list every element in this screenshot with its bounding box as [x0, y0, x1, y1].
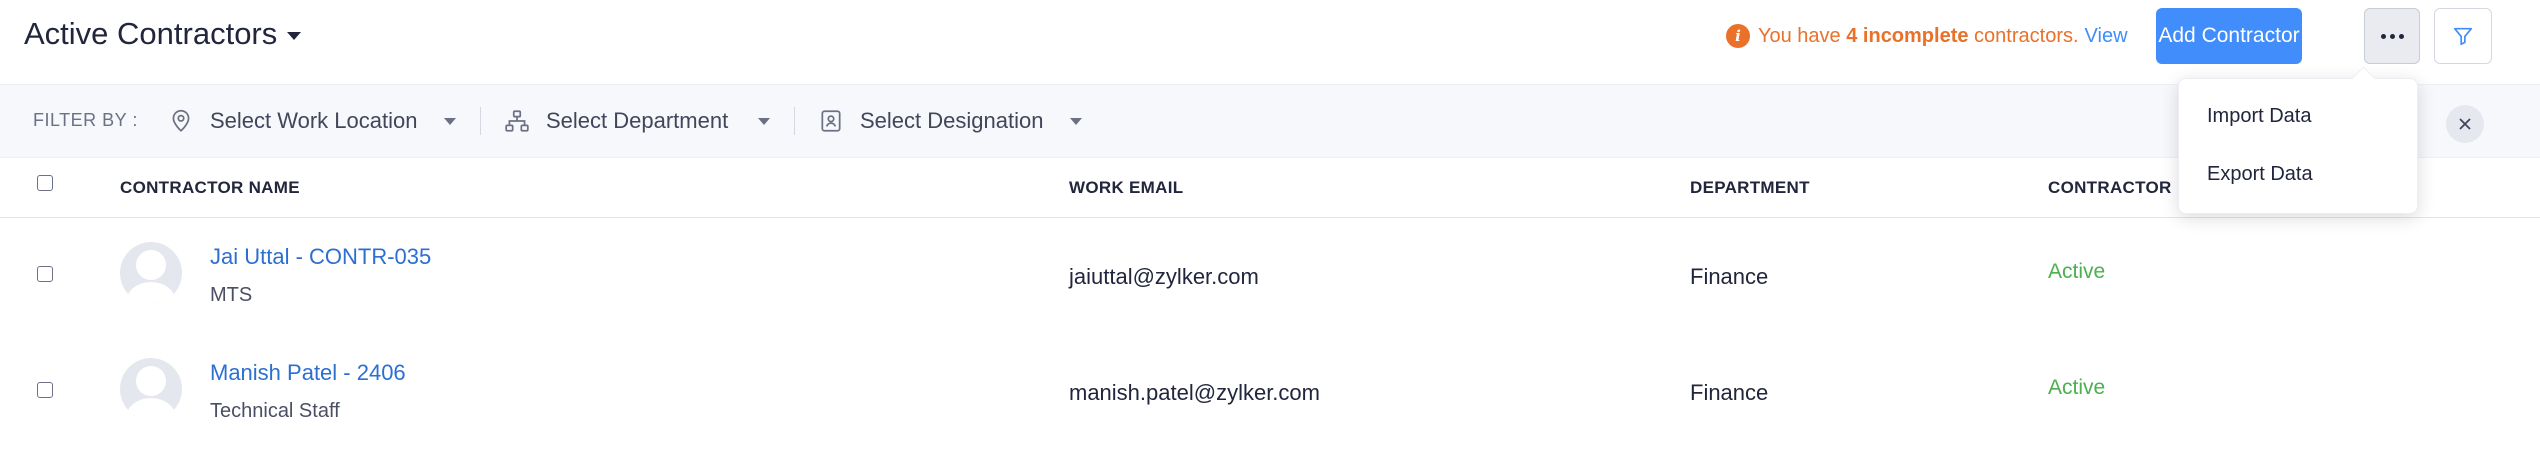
department: Finance [1690, 264, 1769, 289]
avatar-icon [120, 242, 182, 304]
export-data-menu-item[interactable]: Export Data [2207, 163, 2313, 186]
page-title: Active Contractors [24, 16, 278, 51]
info-icon: i [1726, 24, 1750, 48]
filter-divider [480, 107, 481, 135]
import-data-menu-item[interactable]: Import Data [2207, 105, 2311, 128]
table-header: CONTRACTOR NAME WORK EMAIL DEPARTMENT CO… [0, 158, 2540, 218]
filter-toggle-button[interactable] [2434, 8, 2492, 64]
filter-bar: FILTER BY : Select Work Location Select … [0, 84, 2540, 158]
table-row[interactable]: Jai Uttal - CONTR-035 MTS jaiuttal@zylke… [0, 218, 2540, 334]
caret-down-icon [287, 32, 302, 40]
designation-filter[interactable]: Select Designation [818, 101, 1088, 141]
view-switcher[interactable]: Active Contractors [24, 16, 302, 52]
contractor-designation: Technical Staff [210, 400, 340, 422]
column-header-email[interactable]: WORK EMAIL [1069, 178, 1183, 198]
department-icon [505, 110, 529, 132]
caret-down-icon [1070, 118, 1082, 125]
more-options-menu: Import Data Export Data [2178, 78, 2418, 214]
work-email: manish.patel@zylker.com [1069, 380, 1320, 405]
status-badge: Active [2048, 376, 2106, 399]
more-options-button[interactable] [2364, 8, 2420, 64]
work-email: jaiuttal@zylker.com [1069, 264, 1259, 289]
select-all-checkbox[interactable] [37, 175, 53, 191]
page-header: Active Contractors i You have 4 incomple… [0, 0, 2540, 84]
column-header-name[interactable]: CONTRACTOR NAME [120, 178, 300, 198]
contractor-name-link[interactable]: Jai Uttal - CONTR-035 [210, 244, 431, 270]
clear-filters-button[interactable] [2446, 105, 2484, 143]
caret-down-icon [444, 118, 456, 125]
filter-divider [794, 107, 795, 135]
row-checkbox[interactable] [37, 266, 53, 282]
incomplete-notice: i You have 4 incomplete contractors. Vie… [1726, 24, 2128, 48]
add-contractor-button[interactable]: Add Contractor [2156, 8, 2302, 64]
notice-text: You have 4 incomplete contractors. [1758, 24, 2079, 47]
close-icon [2459, 118, 2471, 130]
row-checkbox[interactable] [37, 382, 53, 398]
filter-icon [2453, 27, 2473, 46]
contractor-designation: MTS [210, 284, 253, 306]
department: Finance [1690, 380, 1769, 405]
column-header-status[interactable]: CONTRACTOR [2048, 178, 2172, 198]
status-badge: Active [2048, 260, 2106, 283]
column-header-department[interactable]: DEPARTMENT [1690, 178, 1810, 198]
filter-by-label: FILTER BY : [33, 110, 138, 130]
designation-icon [821, 110, 841, 132]
department-filter[interactable]: Select Department [504, 101, 778, 141]
more-icon [2380, 33, 2404, 39]
work-location-label: Select Work Location [210, 108, 418, 133]
contractor-name-link[interactable]: Manish Patel - 2406 [210, 360, 406, 386]
table-row[interactable]: Manish Patel - 2406 Technical Staff mani… [0, 334, 2540, 450]
department-label: Select Department [546, 108, 729, 133]
work-location-filter[interactable]: Select Work Location [168, 101, 464, 141]
location-pin-icon [172, 109, 190, 132]
avatar-icon [120, 358, 182, 420]
caret-down-icon [758, 118, 770, 125]
view-incomplete-link[interactable]: View [2085, 25, 2128, 48]
designation-label: Select Designation [860, 108, 1044, 133]
